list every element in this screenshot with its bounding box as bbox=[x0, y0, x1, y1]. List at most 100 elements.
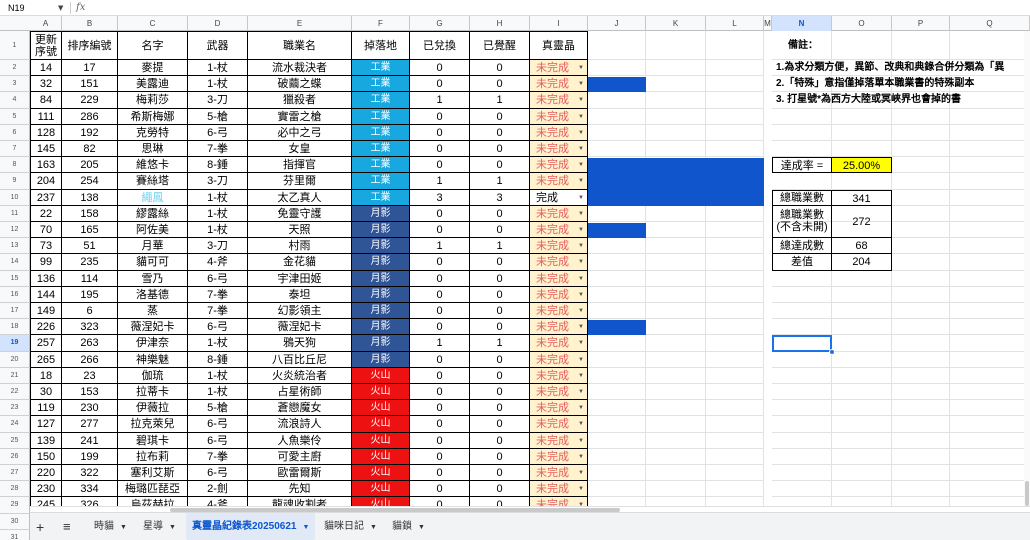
row-header[interactable]: 27 bbox=[0, 465, 30, 482]
grid-cell[interactable] bbox=[706, 384, 764, 401]
grid-cell[interactable] bbox=[772, 286, 832, 303]
grid-cell[interactable] bbox=[950, 384, 1030, 401]
grid-cell[interactable] bbox=[950, 432, 1030, 449]
grid-cell[interactable] bbox=[646, 141, 706, 158]
row-header[interactable]: 15 bbox=[0, 270, 30, 287]
status-dropdown[interactable]: 未完成▼ bbox=[530, 238, 588, 255]
grid-cell[interactable] bbox=[832, 384, 892, 401]
row-header[interactable]: 11 bbox=[0, 205, 30, 222]
grid-cell[interactable] bbox=[950, 400, 1030, 417]
grid-cell[interactable] bbox=[588, 124, 646, 141]
row-header[interactable]: 21 bbox=[0, 367, 30, 384]
chevron-down-icon[interactable]: ▼ bbox=[578, 238, 584, 253]
grid-cell[interactable] bbox=[772, 367, 832, 384]
grid-cell[interactable] bbox=[772, 465, 832, 482]
grid-cell[interactable] bbox=[646, 367, 706, 384]
column-header-l[interactable]: L bbox=[706, 16, 764, 31]
column-header-d[interactable]: D bbox=[188, 16, 248, 31]
grid-cell[interactable] bbox=[832, 108, 892, 125]
grid-cell[interactable] bbox=[832, 335, 892, 352]
row-header[interactable]: 7 bbox=[0, 141, 30, 158]
status-dropdown[interactable]: 未完成▼ bbox=[530, 351, 588, 368]
add-sheet-icon[interactable]: + bbox=[30, 513, 50, 540]
row-header[interactable]: 10 bbox=[0, 189, 30, 206]
status-dropdown[interactable]: 未完成▼ bbox=[530, 400, 588, 417]
column-header-o[interactable]: O bbox=[832, 16, 892, 31]
grid-cell[interactable] bbox=[832, 481, 892, 498]
grid-cell[interactable] bbox=[706, 448, 764, 465]
chevron-down-icon[interactable]: ▼ bbox=[578, 368, 584, 383]
sheet-tab[interactable]: 時貓 ▼ bbox=[88, 513, 133, 540]
grid-cell[interactable] bbox=[772, 124, 832, 141]
grid-cell[interactable] bbox=[588, 465, 646, 482]
grid-cell[interactable] bbox=[646, 254, 706, 271]
row-header[interactable]: 5 bbox=[0, 108, 30, 125]
status-dropdown[interactable]: 未完成▼ bbox=[530, 60, 588, 77]
grid-cell[interactable] bbox=[588, 238, 646, 255]
grid-cell[interactable] bbox=[832, 141, 892, 158]
grid-cell[interactable] bbox=[646, 448, 706, 465]
grid-cell[interactable] bbox=[706, 465, 764, 482]
grid-cell[interactable] bbox=[706, 92, 764, 109]
grid-cell[interactable] bbox=[646, 481, 706, 498]
grid-cell[interactable] bbox=[646, 319, 706, 336]
chevron-down-icon[interactable]: ▼ bbox=[578, 303, 584, 318]
grid-cell[interactable] bbox=[892, 31, 950, 60]
grid-cell[interactable] bbox=[646, 60, 706, 77]
grid-cell[interactable] bbox=[892, 367, 950, 384]
grid-cell[interactable] bbox=[706, 222, 764, 239]
grid-cell[interactable] bbox=[588, 31, 646, 60]
chevron-down-icon[interactable]: ▼ bbox=[578, 287, 584, 302]
chevron-down-icon[interactable]: ▼ bbox=[418, 524, 425, 531]
grid-cell[interactable] bbox=[588, 416, 646, 433]
status-dropdown[interactable]: 未完成▼ bbox=[530, 448, 588, 465]
grid-cell[interactable] bbox=[832, 465, 892, 482]
row-header[interactable]: 9 bbox=[0, 173, 30, 190]
grid-cell[interactable] bbox=[950, 173, 1030, 190]
grid-cell[interactable] bbox=[892, 384, 950, 401]
grid-cell[interactable] bbox=[892, 270, 950, 287]
grid-cell[interactable] bbox=[950, 465, 1030, 482]
grid-cell[interactable] bbox=[706, 254, 764, 271]
grid-cell[interactable] bbox=[892, 319, 950, 336]
column-header-f[interactable]: F bbox=[352, 16, 410, 31]
grid-cell[interactable] bbox=[646, 351, 706, 368]
grid-cell[interactable] bbox=[772, 481, 832, 498]
grid-cell[interactable] bbox=[892, 481, 950, 498]
grid-cell[interactable] bbox=[706, 31, 764, 60]
grid-cell[interactable] bbox=[832, 303, 892, 320]
grid-cell[interactable] bbox=[892, 286, 950, 303]
status-dropdown[interactable]: 未完成▼ bbox=[530, 432, 588, 449]
grid-cell[interactable] bbox=[950, 31, 1030, 60]
grid-cell[interactable] bbox=[588, 286, 646, 303]
grid-cell[interactable] bbox=[646, 465, 706, 482]
grid-cell[interactable] bbox=[588, 335, 646, 352]
grid-cell[interactable] bbox=[646, 270, 706, 287]
grid-cell[interactable] bbox=[706, 76, 764, 93]
grid-cell[interactable] bbox=[588, 448, 646, 465]
grid-cell[interactable] bbox=[950, 303, 1030, 320]
grid-cell[interactable] bbox=[646, 205, 706, 222]
grid-cell[interactable] bbox=[772, 448, 832, 465]
chevron-down-icon[interactable]: ▼ bbox=[578, 173, 584, 188]
grid-cell[interactable] bbox=[892, 254, 950, 271]
grid-cell[interactable] bbox=[772, 384, 832, 401]
grid-cell[interactable] bbox=[892, 141, 950, 158]
grid-cell[interactable] bbox=[588, 400, 646, 417]
row-header[interactable]: 4 bbox=[0, 92, 30, 109]
chevron-down-icon[interactable]: ▼ bbox=[370, 524, 377, 531]
grid-cell[interactable] bbox=[892, 173, 950, 190]
grid-cell[interactable] bbox=[892, 465, 950, 482]
grid-cell[interactable] bbox=[772, 141, 832, 158]
column-header-k[interactable]: K bbox=[646, 16, 706, 31]
row-header[interactable]: 6 bbox=[0, 124, 30, 141]
sheet-tab[interactable]: 貓鎖 ▼ bbox=[386, 513, 431, 540]
grid-cell[interactable] bbox=[706, 205, 764, 222]
column-header-n[interactable]: N bbox=[772, 16, 832, 31]
row-header[interactable]: 28 bbox=[0, 481, 30, 498]
grid-cell[interactable] bbox=[832, 432, 892, 449]
grid-cell[interactable] bbox=[772, 303, 832, 320]
grid-cell[interactable] bbox=[646, 416, 706, 433]
chevron-down-icon[interactable]: ▼ bbox=[578, 465, 584, 480]
grid-cell[interactable] bbox=[588, 92, 646, 109]
